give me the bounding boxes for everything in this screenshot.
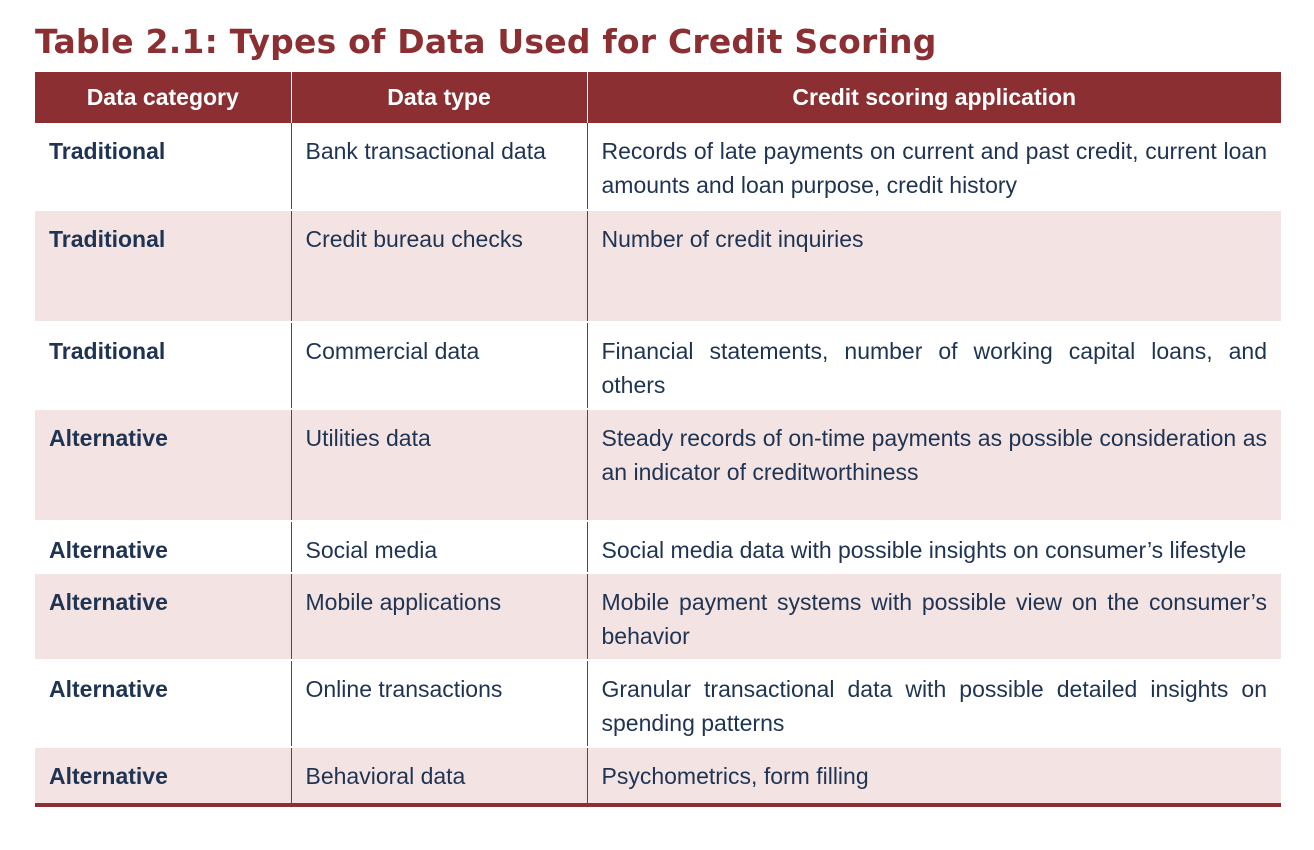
cell-application: Records of late payments on current and … (586, 123, 1281, 211)
cell-data-category: Traditional (35, 123, 291, 211)
cell-application: Psychometrics, form filling (586, 747, 1281, 806)
table-row: Traditional Bank transactional data Reco… (35, 123, 1281, 211)
cell-data-category: Alternative (35, 747, 291, 806)
cell-data-category: Alternative (35, 521, 291, 574)
cell-data-category: Alternative (35, 660, 291, 748)
credit-data-table: Data category Data type Credit scoring a… (35, 72, 1281, 807)
cell-application: Granular transactional data with possibl… (586, 660, 1281, 748)
cell-application: Financial statements, number of working … (586, 322, 1281, 410)
table-title: Table 2.1: Types of Data Used for Credit… (35, 22, 937, 61)
cell-data-type: Credit bureau checks (290, 210, 587, 323)
table-row: Traditional Commercial data Financial st… (35, 322, 1281, 410)
cell-data-type: Utilities data (290, 409, 587, 522)
cell-data-type: Bank transactional data (290, 123, 587, 211)
header-data-category: Data category (35, 72, 292, 123)
cell-data-type: Mobile applications (290, 573, 587, 661)
table-row: Alternative Mobile applications Mobile p… (35, 573, 1281, 661)
header-data-type: Data type (290, 72, 588, 123)
cell-data-type: Online transactions (290, 660, 587, 748)
table-header: Data category Data type Credit scoring a… (35, 72, 1281, 123)
cell-application: Social media data with possible insights… (586, 521, 1281, 574)
cell-application: Steady records of on-time payments as po… (586, 409, 1281, 522)
header-row: Data category Data type Credit scoring a… (35, 72, 1281, 123)
cell-data-category: Traditional (35, 322, 291, 410)
table-row: Alternative Behavioral data Psychometric… (35, 747, 1281, 806)
cell-data-type: Social media (290, 521, 587, 574)
table-row: Alternative Online transactions Granular… (35, 660, 1281, 748)
header-credit-scoring-application: Credit scoring application (586, 72, 1281, 123)
cell-application: Number of credit inquiries (586, 210, 1281, 323)
cell-application: Mobile payment systems with possible vie… (586, 573, 1281, 661)
table-body: Traditional Bank transactional data Reco… (35, 123, 1281, 806)
table-row: Alternative Social media Social media da… (35, 521, 1281, 574)
cell-data-category: Traditional (35, 210, 291, 323)
cell-data-category: Alternative (35, 573, 291, 661)
cell-data-type: Commercial data (290, 322, 587, 410)
table-row: Traditional Credit bureau checks Number … (35, 210, 1281, 323)
cell-data-type: Behavioral data (290, 747, 587, 806)
table-row: Alternative Utilities data Steady record… (35, 409, 1281, 522)
cell-data-category: Alternative (35, 409, 291, 522)
